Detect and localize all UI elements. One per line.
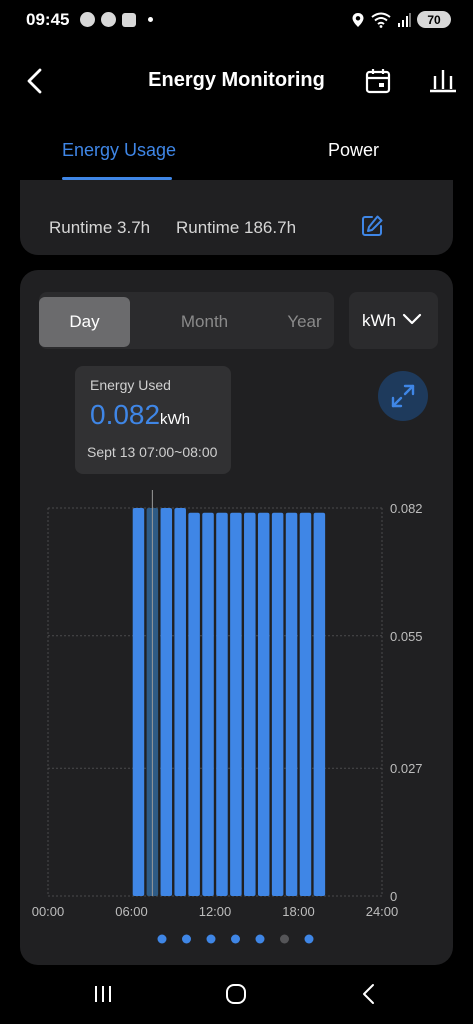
runtime-total: Runtime 186.7h: [176, 218, 297, 237]
battery-icon: 70: [417, 11, 451, 28]
signal-icon: [398, 12, 411, 27]
runtime-card: Runtime 3.7h Runtime 186.7h: [20, 180, 453, 255]
tooltip-value: 0.082: [90, 399, 161, 430]
pager-dot[interactable]: [304, 934, 314, 944]
chart-bar: [202, 512, 214, 896]
status-bar: 09:45 70: [0, 0, 473, 44]
chart-bar: [132, 508, 145, 896]
pager-dot[interactable]: [231, 934, 240, 944]
wifi-icon: [371, 12, 391, 28]
pager-dot[interactable]: [255, 934, 265, 944]
tooltip-title: Energy Used: [90, 377, 171, 393]
status-time: 09:45: [26, 10, 70, 29]
tab-bar: Energy Usage Power: [0, 130, 473, 180]
chart-bar: [257, 512, 270, 896]
edge-icon: [80, 12, 95, 27]
x-tick-label: 24:00: [366, 904, 399, 919]
edit-icon[interactable]: [360, 214, 384, 238]
system-icons: 70: [351, 11, 451, 28]
battery-level: 70: [427, 12, 441, 27]
runtime-today: Runtime 3.7h: [49, 218, 151, 237]
chrome-icon: [101, 12, 116, 27]
bar-chart-icon[interactable]: [428, 67, 458, 95]
chart-tooltip: Energy Used 0.082 kWh Sept 13 07:00~08:0…: [75, 366, 231, 474]
energy-chart-card: Day Month Year kWh 0.082 0.055 0.027 0 00:00…: [20, 270, 453, 965]
home-icon[interactable]: [225, 983, 247, 1005]
chart-bar: [244, 512, 256, 896]
chart-bar: [216, 512, 228, 896]
chart-bar: [230, 512, 242, 896]
clipped-stats-row: [50, 180, 430, 186]
chart-bar: [160, 508, 173, 896]
more-notifications-icon: [148, 17, 153, 22]
app-header: Energy Monitoring: [0, 55, 473, 109]
chart-bar: [271, 512, 284, 896]
x-tick-label: 12:00: [199, 904, 232, 919]
system-navbar: [0, 966, 473, 1024]
expand-button[interactable]: [378, 371, 428, 421]
pager-dot[interactable]: [206, 934, 216, 944]
tooltip-unit: kWh: [160, 411, 190, 428]
y-tick-label: 0.027: [390, 761, 423, 776]
pager-dot[interactable]: [157, 934, 167, 944]
y-tick-label: 0.055: [390, 629, 423, 644]
tooltip-time-range: Sept 13 07:00~08:00: [87, 444, 218, 460]
x-tick-label: 18:00: [282, 904, 315, 919]
location-icon: [352, 12, 364, 27]
expand-icon: [391, 384, 415, 408]
pager-dot[interactable]: [182, 934, 191, 944]
page-title: Energy Monitoring: [148, 69, 325, 91]
chart-bar: [285, 512, 298, 896]
chart-bar: [188, 512, 200, 896]
y-tick-label: 0.082: [390, 501, 423, 516]
chart-pager: [157, 934, 314, 944]
calendar-icon[interactable]: [364, 67, 392, 95]
recent-apps-icon[interactable]: [92, 983, 114, 1005]
x-tick-label: 06:00: [115, 904, 148, 919]
notification-icons: [80, 12, 153, 27]
x-tick-label: 00:00: [32, 904, 65, 919]
chart-bar: [313, 512, 326, 896]
back-icon[interactable]: [358, 983, 380, 1005]
chart-bar: [299, 512, 312, 896]
tab-energy-usage[interactable]: Energy Usage: [62, 140, 176, 161]
calendar-notification-icon: [122, 12, 136, 27]
chart-bar: [174, 508, 186, 896]
tab-power[interactable]: Power: [328, 140, 379, 161]
pager-dot[interactable]: [280, 934, 289, 944]
y-tick-label: 0: [390, 889, 397, 904]
